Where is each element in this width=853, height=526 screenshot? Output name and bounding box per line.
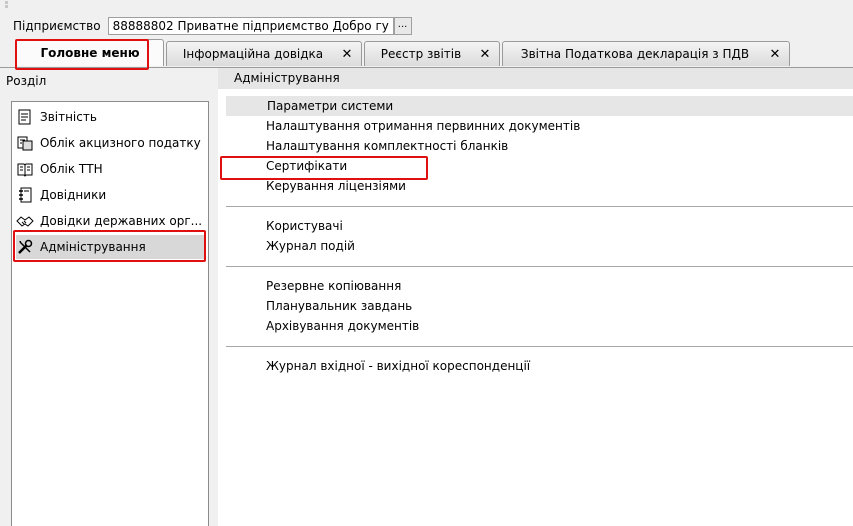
tab-info-reference[interactable]: Інформаційна довідка ✕ [166, 41, 362, 66]
section-title: Розділ [6, 74, 47, 88]
close-icon[interactable]: ✕ [339, 47, 355, 62]
menu-item-blank-completeness-settings[interactable]: Налаштування комплектності бланків [266, 136, 508, 156]
menu-item-system-parameters[interactable]: Параметри системи [226, 96, 853, 116]
content-title: Адміністрування [234, 71, 340, 85]
handshake-icon [16, 212, 34, 230]
sidebar-item-label: Облік акцизного податку [40, 136, 201, 150]
close-icon[interactable]: ✕ [767, 47, 783, 62]
sidebar-item-label: Звітність [40, 110, 97, 124]
highlight-frame [220, 156, 428, 180]
menu-item-correspondence-journal[interactable]: Журнал вхідної - вихідної кореспонденції [266, 356, 530, 376]
menu-item-event-log[interactable]: Журнал подій [266, 236, 355, 256]
section-list: Звітність Облік акцизного податку Облік … [11, 101, 209, 526]
enterprise-select-button[interactable]: ... [393, 17, 412, 35]
sidebar-item-ttn[interactable]: Облік ТТН [16, 157, 206, 181]
sidebar-item-excise[interactable]: Облік акцизного податку [16, 131, 206, 155]
menu-item-document-receipt-settings[interactable]: Налаштування отримання первинних докумен… [266, 116, 580, 136]
book-icon [16, 160, 34, 178]
tab-vat-declaration[interactable]: Звітна Податкова декларація з ПДВ ✕ [502, 41, 790, 66]
sidebar-item-label: Довідники [40, 188, 107, 202]
menu-divider [226, 266, 853, 267]
sidebar-item-directories[interactable]: Довідники [16, 183, 206, 207]
tab-label: Звітна Податкова декларація з ПДВ [520, 47, 750, 61]
enterprise-row: Підприємство 88888802 Приватне підприємс… [13, 16, 412, 36]
sidebar-item-label: Довідки державних орг... [40, 214, 203, 228]
enterprise-label: Підприємство [13, 19, 101, 33]
notebook-icon [16, 186, 34, 204]
content-panel: Параметри системи Налаштування отримання… [218, 89, 853, 526]
highlight-frame [15, 39, 149, 70]
close-icon[interactable]: ✕ [477, 47, 493, 62]
menu-item-document-archiving[interactable]: Архівування документів [266, 316, 419, 336]
tab-label: Інформаційна довідка [182, 47, 324, 61]
tab-reports-registry[interactable]: Реєстр звітів ✕ [364, 41, 500, 66]
excise-icon [16, 134, 34, 152]
menu-item-backup[interactable]: Резервне копіювання [266, 276, 401, 296]
tab-label: Реєстр звітів [380, 47, 462, 61]
sidebar-item-label: Облік ТТН [40, 162, 103, 176]
menu-item-users[interactable]: Користувачі [266, 216, 343, 236]
enterprise-field[interactable]: 88888802 Приватне підприємство Добро гу [107, 17, 394, 35]
menu-divider [226, 346, 853, 347]
document-icon [16, 108, 34, 126]
menu-item-task-scheduler[interactable]: Планувальник завдань [266, 296, 412, 316]
sidebar-item-reporting[interactable]: Звітність [16, 105, 206, 129]
content-header: Адміністрування [218, 68, 853, 89]
highlight-frame [13, 230, 206, 262]
toolbar-grip[interactable] [0, 0, 853, 8]
grip-dot [5, 5, 8, 8]
grip-dot [5, 1, 8, 4]
menu-divider [226, 206, 853, 207]
